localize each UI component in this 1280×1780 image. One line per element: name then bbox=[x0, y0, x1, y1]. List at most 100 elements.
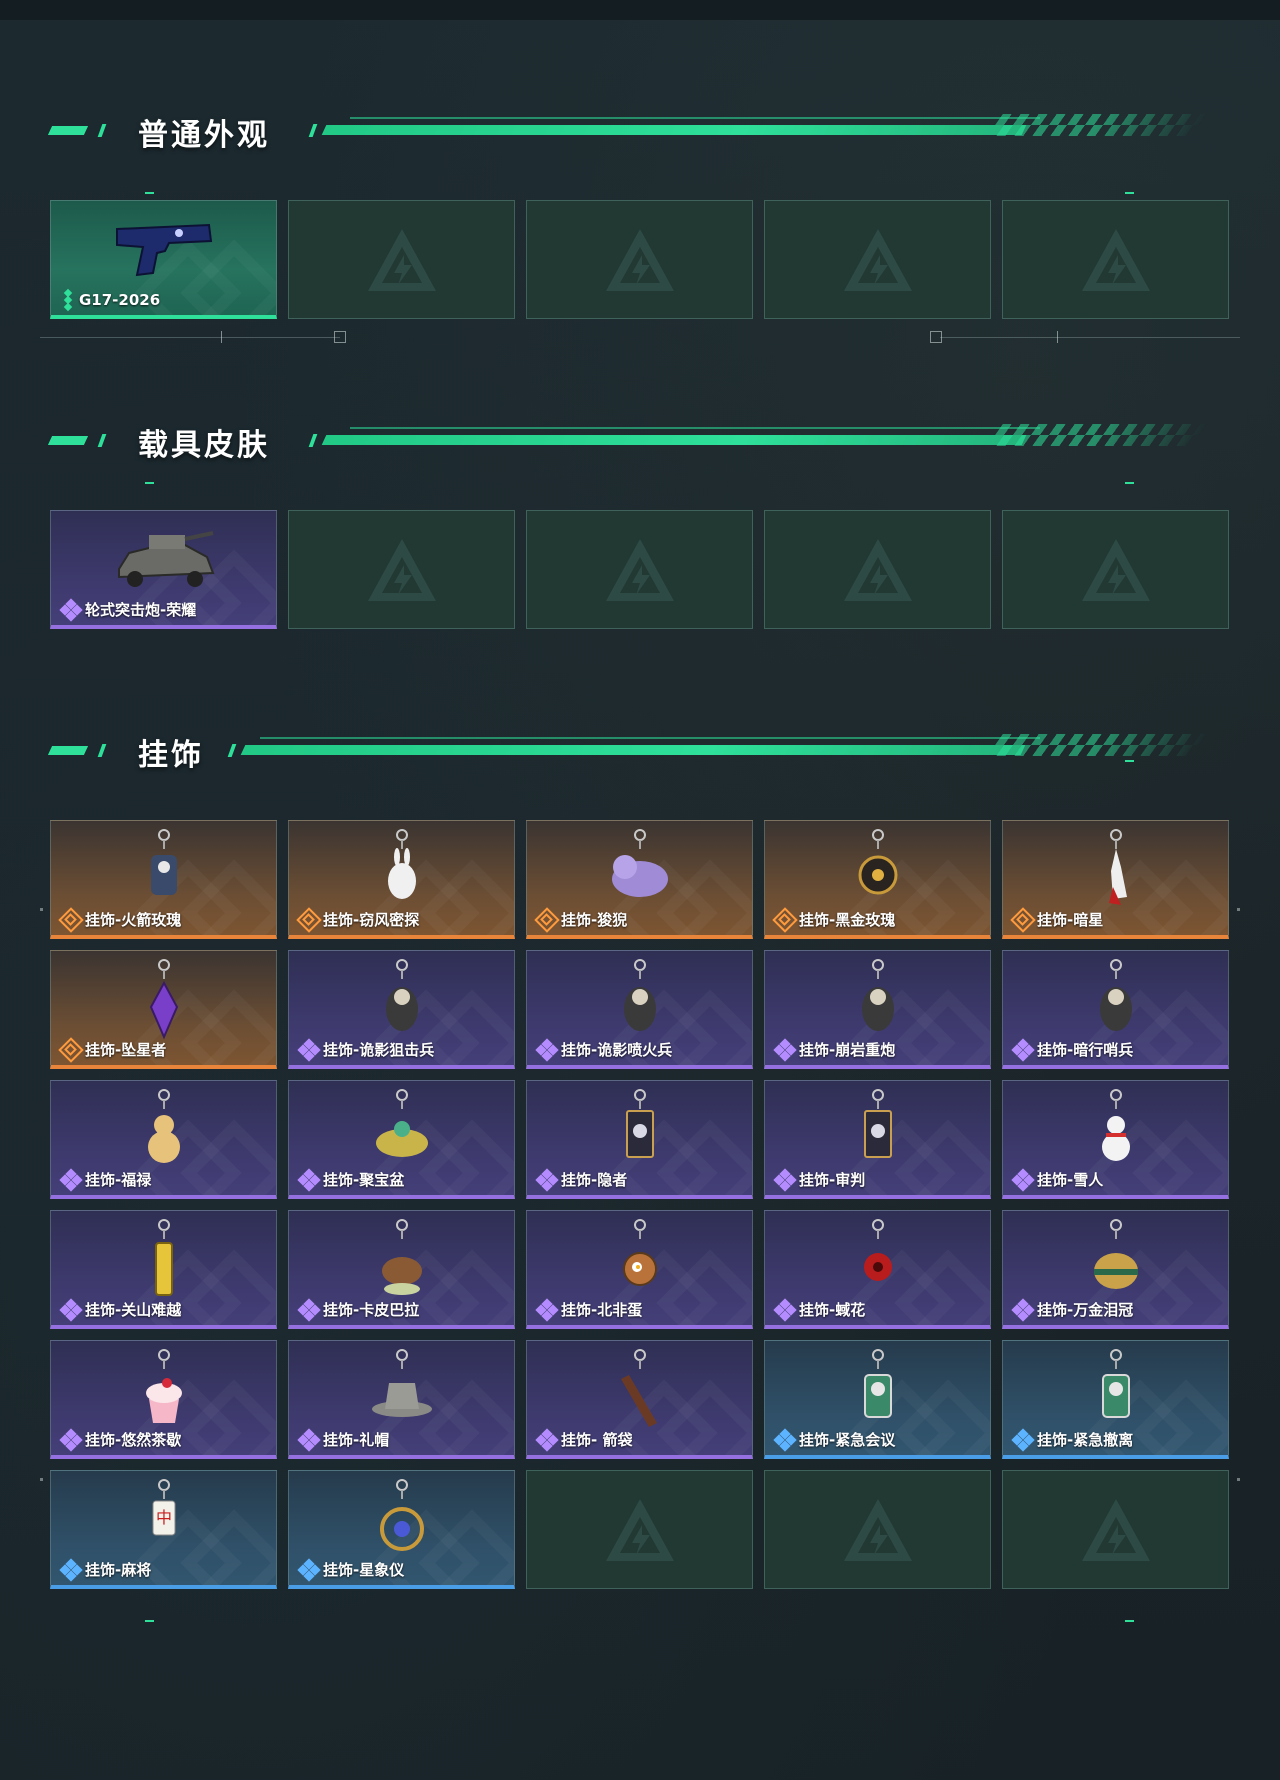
item-card[interactable]: 挂饰-关山难越 bbox=[50, 1210, 277, 1329]
corner-mark bbox=[145, 482, 154, 484]
header-accent bbox=[47, 126, 89, 135]
rarity-purple-icon bbox=[59, 1167, 83, 1192]
header-accent bbox=[97, 744, 107, 757]
rarity-purple-icon bbox=[535, 1297, 559, 1322]
item-card[interactable]: 挂饰-坠星者 bbox=[50, 950, 277, 1069]
item-card[interactable]: 挂饰-悠然茶歇 bbox=[50, 1340, 277, 1459]
empty-slot bbox=[288, 200, 515, 319]
crystal-charm-icon bbox=[149, 959, 178, 1040]
item-name: 挂饰-暗星 bbox=[1037, 911, 1104, 929]
rarity-purple-icon bbox=[59, 1427, 83, 1452]
rarity-purple-icon bbox=[535, 1037, 559, 1062]
item-label-row: 挂饰-聚宝盆 bbox=[297, 1167, 404, 1192]
item-card[interactable]: 中挂饰-麻将 bbox=[50, 1470, 277, 1589]
soldier-charm-icon bbox=[861, 959, 894, 1031]
empty-slot bbox=[1002, 510, 1229, 629]
item-card[interactable]: 挂饰-狻猊 bbox=[526, 820, 753, 939]
item-card[interactable]: 挂饰-暗行哨兵 bbox=[1002, 950, 1229, 1069]
item-label-row: 挂饰-卡皮巴拉 bbox=[297, 1297, 420, 1322]
item-card[interactable]: 挂饰-聚宝盆 bbox=[288, 1080, 515, 1199]
item-label-row: 挂饰-北非蛋 bbox=[535, 1297, 642, 1322]
empty-slot bbox=[526, 510, 753, 629]
item-label-row: 挂饰-麻将 bbox=[59, 1557, 151, 1582]
capybara-charm-icon bbox=[381, 1219, 422, 1295]
item-label-row: 挂饰-悠然茶歇 bbox=[59, 1427, 181, 1452]
divider-dot bbox=[1237, 1478, 1240, 1481]
item-card[interactable]: 挂饰-火箭玫瑰 bbox=[50, 820, 277, 939]
item-card[interactable]: 挂饰-万金泪冠 bbox=[1002, 1210, 1229, 1329]
item-card[interactable]: 挂饰-审判 bbox=[764, 1080, 991, 1199]
item-card[interactable]: 挂饰-隐者 bbox=[526, 1080, 753, 1199]
item-name: 挂饰-审判 bbox=[799, 1171, 866, 1189]
item-card[interactable]: 挂饰-紧急会议 bbox=[764, 1340, 991, 1459]
rarity-purple-icon bbox=[1011, 1037, 1035, 1062]
empty-slot bbox=[1002, 1470, 1229, 1589]
flower-charm-icon bbox=[863, 1219, 892, 1281]
empty-slot bbox=[526, 1470, 753, 1589]
item-card[interactable]: 挂饰-紧急撤离 bbox=[1002, 1340, 1229, 1459]
item-card[interactable]: 挂饰-窃风密探 bbox=[288, 820, 515, 939]
emblem-charm-icon bbox=[858, 829, 897, 895]
header-line bbox=[240, 745, 1026, 755]
item-label-row: 挂饰-坠星者 bbox=[61, 1039, 166, 1060]
card-charm-icon bbox=[863, 1089, 892, 1158]
item-name: 挂饰-福禄 bbox=[85, 1171, 152, 1189]
header-accent bbox=[97, 124, 107, 137]
item-name: 挂饰-诡影喷火兵 bbox=[561, 1041, 673, 1059]
item-name: 挂饰-星象仪 bbox=[323, 1561, 405, 1579]
rarity-purple-icon bbox=[773, 1167, 797, 1192]
section-title: 普通外观 bbox=[138, 118, 270, 153]
corner-mark bbox=[1125, 760, 1134, 762]
divider-right bbox=[940, 337, 1240, 338]
rarity-purple-icon bbox=[297, 1427, 321, 1452]
figure-charm-icon bbox=[863, 1349, 892, 1418]
item-label-row: 挂饰-审判 bbox=[773, 1167, 866, 1192]
corner-mark bbox=[145, 192, 154, 194]
soldier-charm-icon bbox=[1099, 959, 1132, 1031]
empty-slot bbox=[764, 1470, 991, 1589]
item-card[interactable]: 轮式突击炮-荣耀 bbox=[50, 510, 277, 629]
rarity-blue-icon bbox=[773, 1427, 797, 1452]
item-card[interactable]: 挂饰-雪人 bbox=[1002, 1080, 1229, 1199]
item-card[interactable]: 挂饰-北非蛋 bbox=[526, 1210, 753, 1329]
item-card[interactable]: 挂饰-福禄 bbox=[50, 1080, 277, 1199]
item-card[interactable]: G17-2026 bbox=[50, 200, 277, 319]
item-card[interactable]: 挂饰-星象仪 bbox=[288, 1470, 515, 1589]
item-card[interactable]: 挂饰-崩岩重炮 bbox=[764, 950, 991, 1069]
item-card[interactable]: 挂饰-黑金玫瑰 bbox=[764, 820, 991, 939]
header-checker-pattern bbox=[987, 424, 1208, 446]
item-label-row: 挂饰- 箭袋 bbox=[535, 1427, 632, 1452]
item-label-row: 挂饰-紧急撤离 bbox=[1011, 1427, 1133, 1452]
soldier-charm-icon bbox=[623, 959, 656, 1031]
item-card[interactable]: 挂饰-礼帽 bbox=[288, 1340, 515, 1459]
top-band bbox=[0, 0, 1280, 20]
item-card[interactable]: 挂饰-诡影喷火兵 bbox=[526, 950, 753, 1069]
rarity-orange-icon bbox=[61, 1040, 81, 1060]
divider-dot bbox=[1237, 908, 1240, 911]
rarity-purple-icon bbox=[297, 1167, 321, 1192]
rarity-orange-icon bbox=[537, 910, 557, 930]
robot-charm-icon bbox=[150, 829, 177, 895]
snowman-charm-icon bbox=[1101, 1089, 1130, 1161]
item-label-row: 挂饰-蜮花 bbox=[773, 1297, 865, 1322]
item-card[interactable]: 挂饰-蜮花 bbox=[764, 1210, 991, 1329]
item-card[interactable]: 挂饰-卡皮巴拉 bbox=[288, 1210, 515, 1329]
item-name: 挂饰-卡皮巴拉 bbox=[323, 1301, 420, 1319]
header-accent bbox=[97, 434, 107, 447]
item-card[interactable]: 挂饰- 箭袋 bbox=[526, 1340, 753, 1459]
item-card[interactable]: 挂饰-暗星 bbox=[1002, 820, 1229, 939]
item-name: 轮式突击炮-荣耀 bbox=[85, 601, 197, 619]
item-card[interactable]: 挂饰-诡影狙击兵 bbox=[288, 950, 515, 1069]
divider-tick-right bbox=[1057, 331, 1058, 343]
item-name: 挂饰-火箭玫瑰 bbox=[85, 911, 182, 929]
header-accent bbox=[47, 746, 89, 755]
gourd-charm-icon bbox=[147, 1089, 180, 1163]
section-title: 挂饰 bbox=[138, 738, 204, 773]
item-name: 挂饰-暗行哨兵 bbox=[1037, 1041, 1134, 1059]
rarity-blue-icon bbox=[59, 1557, 83, 1582]
pistol-icon bbox=[115, 223, 212, 277]
item-label-row: 挂饰-窃风密探 bbox=[299, 909, 419, 930]
divider-dot bbox=[40, 908, 43, 911]
item-name: 挂饰-关山难越 bbox=[85, 1301, 182, 1319]
treasure-bowl-charm-icon bbox=[375, 1089, 428, 1157]
